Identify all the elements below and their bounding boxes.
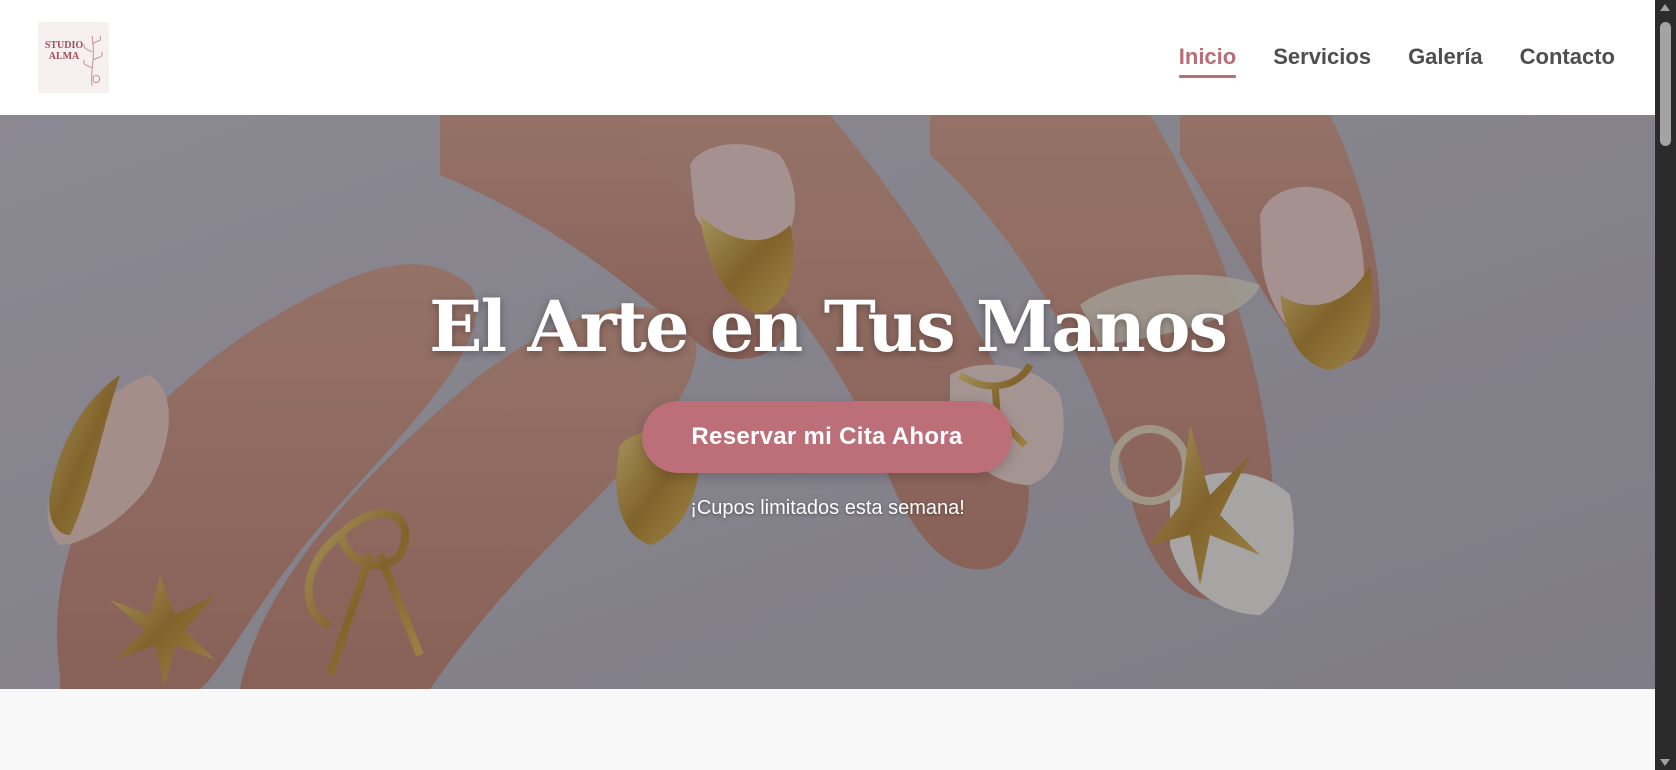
next-section [0,689,1655,770]
book-appointment-button[interactable]: Reservar mi Cita Ahora [642,401,1012,473]
nav-item-inicio[interactable]: Inicio [1178,38,1237,78]
scroll-down-arrow-icon[interactable] [1660,759,1670,766]
nav-item-servicios[interactable]: Servicios [1273,38,1371,78]
scroll-up-arrow-icon[interactable] [1660,4,1670,11]
main-nav: Inicio Servicios Galería Contacto [1178,0,1615,115]
page: STUDIO ALMA Inicio Servicios Galería Con… [0,0,1655,770]
leaf-sprig-icon [83,35,103,87]
hero-title: El Arte en Tus Manos [429,285,1228,368]
hero-content: El Arte en Tus Manos Reservar mi Cita Ah… [0,115,1655,689]
site-header: STUDIO ALMA Inicio Servicios Galería Con… [0,0,1655,115]
nav-item-galeria[interactable]: Galería [1408,38,1483,78]
scroll-thumb[interactable] [1660,22,1671,146]
hero-section: El Arte en Tus Manos Reservar mi Cita Ah… [0,115,1655,689]
limited-slots-note: ¡Cupos limitados esta semana! [690,497,965,519]
studio-alma-logo[interactable]: STUDIO ALMA [38,22,109,93]
nav-item-contacto[interactable]: Contacto [1520,38,1615,78]
page-scrollbar[interactable] [1655,0,1676,770]
